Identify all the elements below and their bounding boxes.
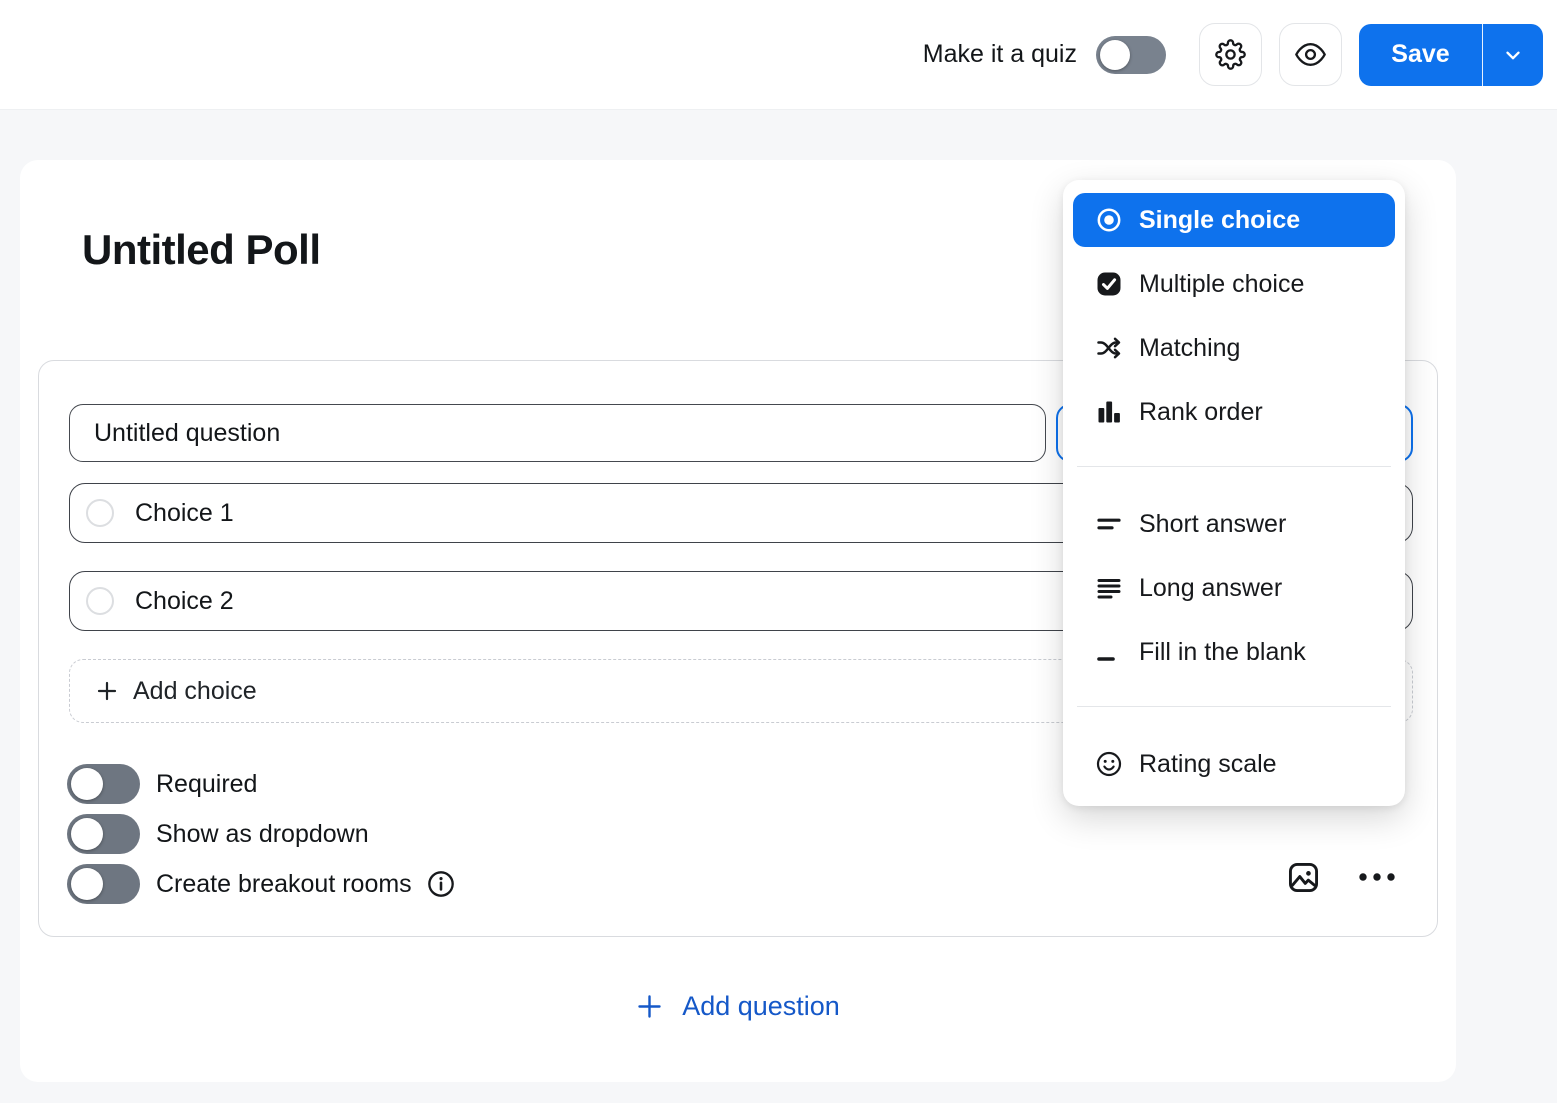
toggle-knob — [71, 868, 103, 900]
menu-item-rank-order[interactable]: Rank order — [1063, 380, 1405, 444]
question-type-menu: Single choice Multiple choice Matching R… — [1063, 180, 1405, 806]
choice-label: Choice 1 — [135, 499, 234, 528]
menu-item-label: Rank order — [1139, 398, 1263, 427]
menu-item-label: Multiple choice — [1139, 270, 1304, 299]
plus-icon — [96, 680, 118, 702]
add-question-label: Add question — [682, 991, 840, 1022]
radio-icon — [1095, 206, 1123, 234]
bar-chart-icon — [1095, 398, 1123, 426]
save-button[interactable]: Save — [1359, 24, 1483, 86]
save-split-button: Save — [1359, 24, 1543, 86]
top-toolbar: Make it a quiz Save — [0, 0, 1557, 110]
choice-label: Choice 2 — [135, 587, 234, 616]
question-options: Required Show as dropdown Create breakou… — [67, 759, 455, 909]
menu-item-label: Single choice — [1139, 206, 1300, 235]
long-answer-icon — [1095, 574, 1123, 602]
toggle-knob — [71, 768, 103, 800]
chevron-down-icon — [1502, 44, 1524, 66]
menu-item-label: Fill in the blank — [1139, 638, 1306, 667]
info-icon[interactable] — [427, 870, 455, 898]
more-options-button[interactable] — [1355, 857, 1399, 897]
save-dropdown-button[interactable] — [1483, 24, 1543, 86]
make-it-a-quiz-label: Make it a quiz — [923, 40, 1077, 69]
image-icon — [1287, 861, 1320, 894]
preview-button[interactable] — [1279, 23, 1342, 86]
gear-icon — [1215, 39, 1246, 70]
add-choice-label: Add choice — [133, 677, 257, 706]
question-title-input[interactable] — [69, 404, 1046, 462]
add-image-button[interactable] — [1283, 857, 1323, 897]
show-as-dropdown-row: Show as dropdown — [67, 809, 455, 859]
required-toggle[interactable] — [67, 764, 140, 804]
poll-title[interactable]: Untitled Poll — [82, 226, 321, 274]
create-breakout-rooms-label: Create breakout rooms — [156, 870, 412, 899]
fill-blank-icon — [1095, 638, 1123, 666]
menu-item-single-choice[interactable]: Single choice — [1073, 193, 1395, 247]
menu-item-label: Short answer — [1139, 510, 1286, 539]
menu-item-label: Rating scale — [1139, 750, 1277, 779]
menu-item-multiple-choice[interactable]: Multiple choice — [1063, 252, 1405, 316]
menu-item-label: Matching — [1139, 334, 1240, 363]
menu-item-matching[interactable]: Matching — [1063, 316, 1405, 380]
menu-divider — [1077, 466, 1391, 467]
toggle-knob — [1100, 40, 1130, 70]
short-answer-icon — [1095, 510, 1123, 538]
menu-item-rating-scale[interactable]: Rating scale — [1063, 732, 1405, 796]
make-it-a-quiz-toggle[interactable] — [1096, 36, 1166, 74]
menu-item-label: Long answer — [1139, 574, 1282, 603]
show-as-dropdown-toggle[interactable] — [67, 814, 140, 854]
add-question-button[interactable]: Add question — [20, 982, 1456, 1030]
menu-item-long-answer[interactable]: Long answer — [1063, 556, 1405, 620]
menu-divider — [1077, 706, 1391, 707]
toggle-knob — [71, 818, 103, 850]
create-breakout-rooms-row: Create breakout rooms — [67, 859, 455, 909]
settings-button[interactable] — [1199, 23, 1262, 86]
create-breakout-rooms-toggle[interactable] — [67, 864, 140, 904]
menu-item-short-answer[interactable]: Short answer — [1063, 492, 1405, 556]
menu-item-fill-in-the-blank[interactable]: Fill in the blank — [1063, 620, 1405, 684]
show-as-dropdown-label: Show as dropdown — [156, 820, 369, 849]
radio-icon — [86, 499, 114, 527]
radio-icon — [86, 587, 114, 615]
required-label: Required — [156, 770, 257, 799]
required-row: Required — [67, 759, 455, 809]
eye-icon — [1295, 39, 1326, 70]
checkbox-icon — [1095, 270, 1123, 298]
shuffle-icon — [1095, 334, 1123, 362]
plus-icon — [636, 993, 663, 1020]
rating-smiley-icon — [1095, 750, 1123, 778]
ellipsis-icon — [1358, 872, 1396, 882]
